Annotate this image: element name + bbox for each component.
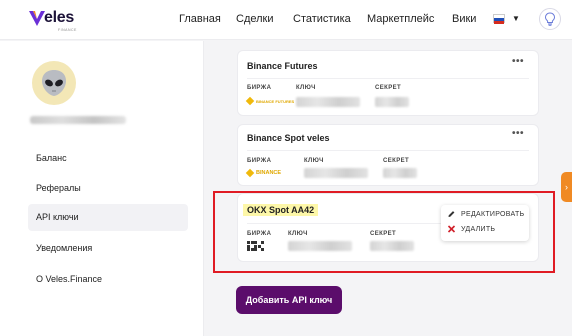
alien-icon [42, 70, 66, 96]
divider [247, 150, 529, 151]
sidebar-item-about[interactable]: O Veles.Finance [28, 266, 188, 293]
nav-home[interactable]: Главная [179, 13, 221, 25]
add-api-key-button[interactable]: Добавить API ключ [236, 286, 342, 314]
logo-subtitle: FINANCE [58, 28, 77, 32]
secret-value-blurred [383, 168, 417, 178]
api-key-card: Binance Futures ••• БИРЖА КЛЮЧ СЕКРЕТ BI… [237, 50, 539, 116]
secret-value-blurred [375, 97, 409, 107]
binance-futures-logo: BINANCE FUTURES [245, 96, 294, 106]
username-blurred [30, 116, 126, 124]
ru-flag-icon[interactable] [493, 14, 505, 24]
sidebar-item-notifications[interactable]: Уведомления [28, 235, 188, 262]
secret-column-label: СЕКРЕТ [383, 158, 410, 164]
logo-text: eles [44, 9, 74, 26]
secret-column-label: СЕКРЕТ [375, 85, 402, 91]
nav-wiki[interactable]: Вики [452, 13, 476, 25]
api-key-card: Binance Spot veles ••• БИРЖА КЛЮЧ СЕКРЕТ… [237, 124, 539, 186]
api-keys-page: eles FINANCE Главная Сделки Статистика М… [0, 0, 572, 336]
nav-marketplace[interactable]: Маркетплейс [367, 13, 434, 25]
more-options-icon[interactable]: ••• [512, 56, 524, 67]
nav-statistics[interactable]: Статистика [293, 13, 351, 25]
lightbulb-button[interactable] [539, 8, 561, 30]
card-title: Binance Futures [247, 61, 318, 71]
key-column-label: КЛЮЧ [296, 85, 316, 91]
exchange-column-label: БИРЖА [247, 85, 272, 91]
highlight-annotation-box [213, 191, 555, 273]
sidebar-item-referrals[interactable]: Рефералы [28, 175, 188, 202]
card-title: Binance Spot veles [247, 133, 330, 143]
nav-deals[interactable]: Сделки [236, 13, 274, 25]
sidebar-item-balance[interactable]: Баланс [28, 145, 188, 172]
sidebar-item-api-keys[interactable]: API ключи [28, 204, 188, 231]
top-header: eles FINANCE Главная Сделки Статистика М… [0, 0, 572, 40]
key-column-label: КЛЮЧ [304, 158, 324, 164]
lightbulb-icon [544, 12, 556, 26]
veles-logo[interactable]: eles FINANCE [28, 9, 76, 32]
key-value-blurred [296, 97, 360, 107]
chevron-right-icon: › [565, 182, 568, 192]
key-value-blurred [304, 168, 368, 178]
exchange-column-label: БИРЖА [247, 158, 272, 164]
side-panel-toggle[interactable]: › [561, 172, 572, 202]
binance-logo: BINANCE [245, 168, 281, 178]
divider [247, 78, 529, 79]
avatar[interactable] [32, 61, 76, 105]
more-options-icon[interactable]: ••• [512, 128, 524, 139]
chevron-down-icon[interactable]: ▼ [512, 14, 520, 23]
